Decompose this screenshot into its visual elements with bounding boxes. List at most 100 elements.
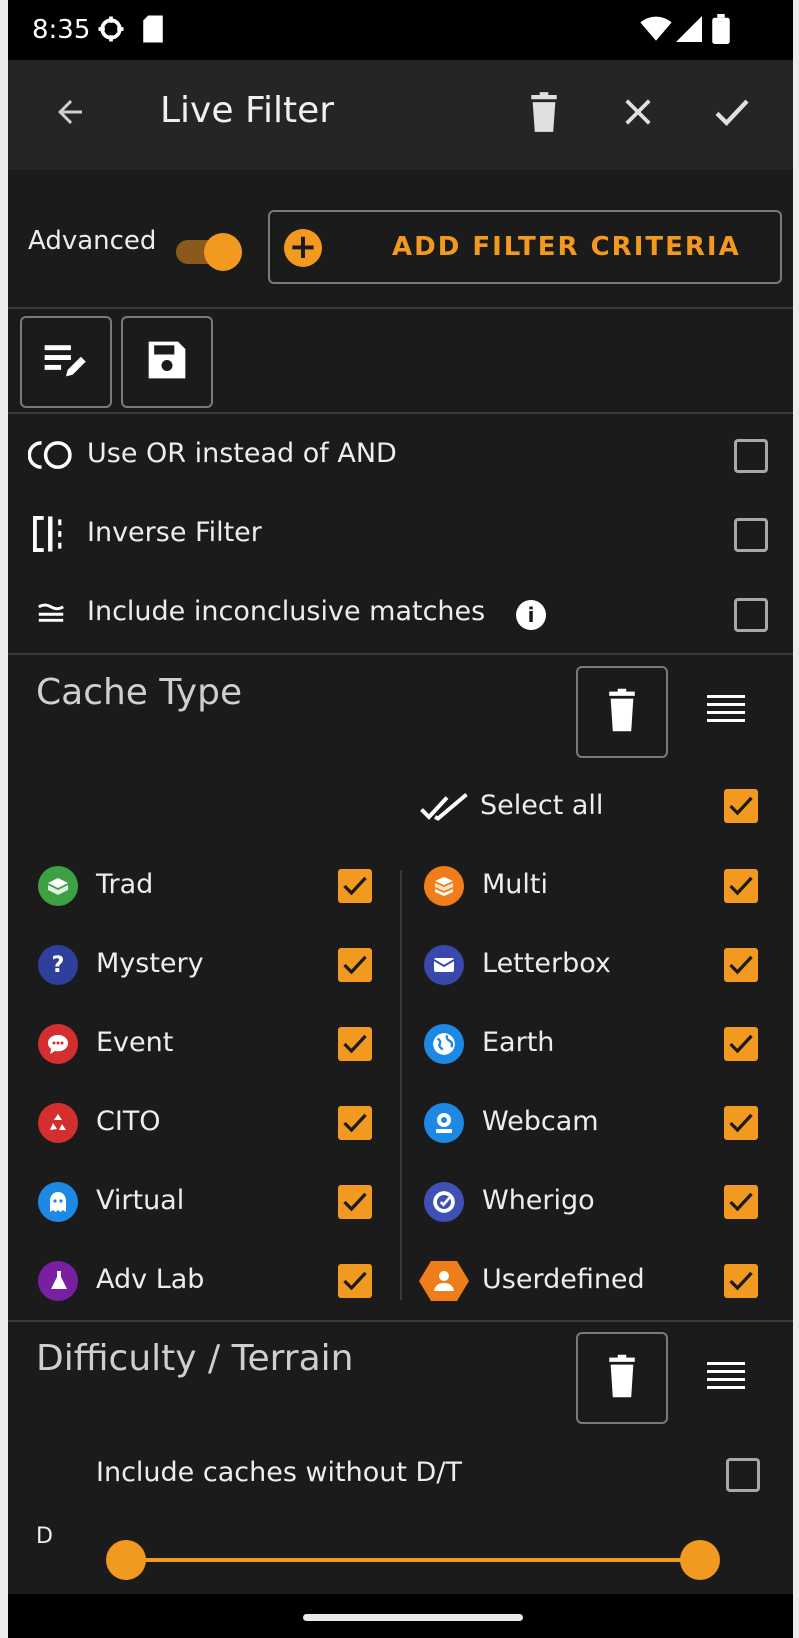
right-border xyxy=(793,0,799,1638)
adventure-lab-icon xyxy=(38,1261,78,1301)
difficulty-slider-max-thumb[interactable] xyxy=(680,1540,720,1580)
cache-type-label: Virtual xyxy=(96,1185,185,1216)
cache-type-label: Webcam xyxy=(482,1106,599,1137)
wifi-icon xyxy=(640,16,672,46)
userdefined-hexagon-icon xyxy=(419,1260,469,1306)
cito-checkbox[interactable] xyxy=(338,1106,372,1140)
letterbox-envelope-icon xyxy=(424,945,464,985)
mystery-cache-icon: ? xyxy=(38,945,78,985)
cache-type-label: Userdefined xyxy=(482,1264,645,1295)
inverse-filter-icon xyxy=(32,516,70,556)
difficulty-delete-button[interactable] xyxy=(576,1332,668,1424)
inverse-filter-checkbox[interactable] xyxy=(734,518,768,552)
edit-list-icon xyxy=(43,340,89,384)
cito-recycle-icon xyxy=(38,1103,78,1143)
divider xyxy=(8,412,793,414)
status-time: 8:35 xyxy=(32,15,91,45)
divider xyxy=(8,653,793,655)
select-all-label: Select all xyxy=(480,790,604,821)
letterbox-checkbox[interactable] xyxy=(724,948,758,982)
left-border xyxy=(0,0,8,1638)
cache-type-label: Letterbox xyxy=(482,948,611,979)
drag-handle-icon[interactable] xyxy=(707,695,745,729)
app-bar: Live Filter xyxy=(8,60,793,170)
select-all-checkbox[interactable] xyxy=(724,789,758,823)
navigation-bar xyxy=(8,1594,793,1638)
event-cache-icon xyxy=(38,1024,78,1064)
option-label: Inverse Filter xyxy=(87,517,262,548)
double-check-icon xyxy=(420,793,468,827)
option-label: Use OR instead of AND xyxy=(87,438,397,469)
trash-icon xyxy=(527,92,561,136)
save-icon xyxy=(145,338,189,386)
or-instead-of-and-checkbox[interactable] xyxy=(734,439,768,473)
column-separator xyxy=(400,870,402,1300)
wherigo-checkbox[interactable] xyxy=(724,1185,758,1219)
sd-card-icon xyxy=(142,14,164,48)
back-button[interactable] xyxy=(38,82,102,146)
drag-handle-icon[interactable] xyxy=(707,1362,745,1396)
apply-button[interactable] xyxy=(700,82,764,146)
edit-filter-button[interactable] xyxy=(20,316,112,408)
cache-type-delete-button[interactable] xyxy=(576,666,668,758)
difficulty-axis-label: D xyxy=(36,1524,53,1549)
mystery-checkbox[interactable] xyxy=(338,948,372,982)
userdefined-checkbox[interactable] xyxy=(724,1264,758,1298)
earth-checkbox[interactable] xyxy=(724,1027,758,1061)
trad-checkbox[interactable] xyxy=(338,869,372,903)
cache-type-label: CITO xyxy=(96,1106,161,1137)
advanced-label: Advanced xyxy=(28,226,157,256)
close-icon xyxy=(623,97,653,131)
cache-type-label: Multi xyxy=(482,869,548,900)
adv-lab-checkbox[interactable] xyxy=(338,1264,372,1298)
difficulty-slider-min-thumb[interactable] xyxy=(106,1540,146,1580)
virtual-ghost-icon xyxy=(38,1182,78,1222)
divider xyxy=(8,1320,793,1322)
multi-cache-icon xyxy=(424,866,464,906)
cache-type-label: Adv Lab xyxy=(96,1264,205,1295)
difficulty-slider-track[interactable] xyxy=(120,1558,705,1562)
settings-gear-icon xyxy=(96,14,126,48)
close-button[interactable] xyxy=(606,82,670,146)
signal-icon xyxy=(676,16,702,46)
difficulty-terrain-title: Difficulty / Terrain xyxy=(36,1338,354,1379)
add-circle-icon: + xyxy=(284,229,322,267)
arrow-back-icon xyxy=(52,94,88,134)
cache-type-label: Event xyxy=(96,1027,174,1058)
option-label: Include inconclusive matches xyxy=(87,596,486,627)
check-icon xyxy=(714,97,750,131)
or-logic-icon xyxy=(27,438,74,476)
include-without-dt-checkbox[interactable] xyxy=(726,1458,760,1492)
include-inconclusive-checkbox[interactable] xyxy=(734,598,768,632)
cache-type-title: Cache Type xyxy=(36,672,243,713)
save-filter-button[interactable] xyxy=(121,316,213,408)
add-filter-criteria-label: ADD FILTER CRITERIA xyxy=(392,232,741,262)
screen: 8:35 Live Filter Advanced + ADD FILTER C… xyxy=(0,0,799,1638)
add-filter-criteria-button[interactable]: + ADD FILTER CRITERIA xyxy=(268,210,782,284)
divider xyxy=(8,307,793,309)
multi-checkbox[interactable] xyxy=(724,869,758,903)
cache-type-label: Earth xyxy=(482,1027,555,1058)
traditional-cache-icon xyxy=(38,866,78,906)
home-gesture-handle[interactable] xyxy=(303,1614,523,1621)
advanced-toggle[interactable] xyxy=(176,232,242,272)
include-without-dt-label: Include caches without D/T xyxy=(96,1457,462,1488)
delete-filter-button[interactable] xyxy=(512,82,576,146)
page-title: Live Filter xyxy=(160,90,335,131)
trash-icon xyxy=(605,1354,639,1402)
cache-type-label: Mystery xyxy=(96,948,204,979)
info-icon[interactable]: i xyxy=(516,600,546,630)
webcam-icon xyxy=(424,1103,464,1143)
cache-type-label: Wherigo xyxy=(482,1185,595,1216)
wherigo-icon xyxy=(424,1182,464,1222)
event-checkbox[interactable] xyxy=(338,1027,372,1061)
earth-globe-icon xyxy=(424,1024,464,1064)
cache-type-label: Trad xyxy=(96,869,154,900)
virtual-checkbox[interactable] xyxy=(338,1185,372,1219)
toggle-thumb xyxy=(204,233,242,271)
webcam-checkbox[interactable] xyxy=(724,1106,758,1140)
status-bar: 8:35 xyxy=(8,0,793,60)
trash-icon xyxy=(605,688,639,736)
approx-equal-icon xyxy=(36,602,66,628)
battery-icon xyxy=(712,14,730,48)
